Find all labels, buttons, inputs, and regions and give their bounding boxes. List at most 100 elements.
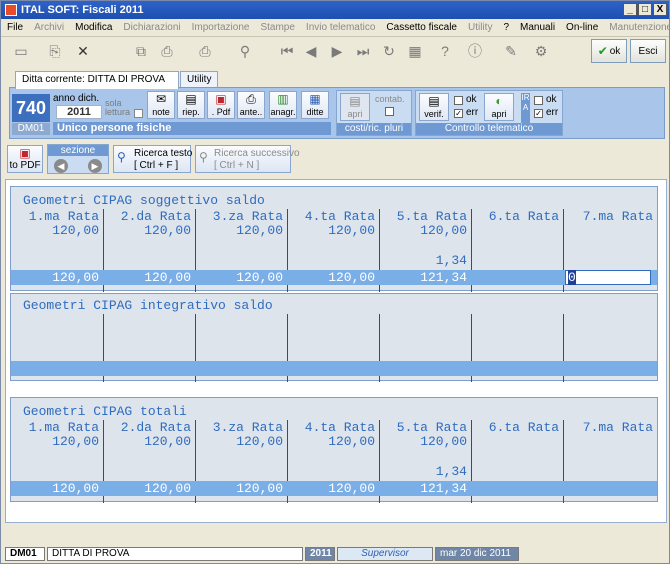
- first-icon[interactable]: ⏮: [277, 41, 297, 61]
- pdf-button[interactable]: ▣. Pdf: [207, 91, 235, 119]
- prev-icon[interactable]: ◀: [301, 41, 321, 61]
- total-cell[interactable]: 121,34: [420, 270, 467, 285]
- menu-dichiarazioni[interactable]: Dichiarazioni: [123, 22, 180, 33]
- menu-cassetto-fiscale[interactable]: Cassetto fiscale: [386, 22, 457, 33]
- ricerca-successivo-button[interactable]: ⚲ Ricerca successivo [ Ctrl + N ]: [195, 145, 300, 173]
- pdf-label: . Pdf: [211, 107, 231, 117]
- menu-online[interactable]: On-line: [566, 22, 598, 33]
- costi-apri-button[interactable]: ▤ apri: [340, 93, 370, 121]
- total-cell[interactable]: 120,00: [328, 481, 375, 496]
- total-cell[interactable]: 120,00: [144, 270, 191, 285]
- search-icon[interactable]: ⚲: [235, 41, 255, 61]
- rata-7-input[interactable]: 0: [565, 270, 651, 285]
- ricerca-testo-button[interactable]: ⚲ Ricerca testo [ Ctrl + F ]: [113, 145, 192, 173]
- prev-section-icon[interactable]: ◀: [54, 159, 68, 173]
- ok-button-label: ok: [609, 45, 621, 57]
- menu-file[interactable]: File: [7, 22, 23, 33]
- err-checkbox[interactable]: ✓: [454, 109, 463, 118]
- edit-icon[interactable]: ✎: [501, 41, 521, 61]
- maximize-button[interactable]: □: [638, 3, 652, 16]
- cell-value[interactable]: 120,00: [420, 434, 467, 449]
- menu-manutenzione[interactable]: Manutenzione: [609, 22, 670, 33]
- contab-checkbox[interactable]: [385, 107, 394, 116]
- total-cell[interactable]: 120,00: [144, 481, 191, 496]
- minimize-button[interactable]: _: [623, 3, 637, 16]
- note-label: note: [152, 107, 170, 117]
- help-icon[interactable]: ?: [435, 41, 455, 61]
- sezione-group: sezione ◀ ▶: [47, 144, 109, 174]
- menu-manuali[interactable]: Manuali: [520, 22, 555, 33]
- telematico-apri-button[interactable]: ◐ apri: [484, 93, 514, 121]
- total-cell[interactable]: 120,00: [52, 481, 99, 496]
- menu-archivi[interactable]: Archivi: [34, 22, 64, 33]
- total-cell[interactable]: 120,00: [236, 270, 283, 285]
- tab-ditta-corrente[interactable]: Ditta corrente: DITTA DI PROVA: [15, 71, 179, 89]
- delete-icon[interactable]: ✕: [73, 41, 93, 61]
- model-subcode: DM01: [12, 123, 50, 135]
- total-cell[interactable]: 120,00: [236, 481, 283, 496]
- card-icon[interactable]: ▦: [405, 41, 425, 61]
- total-cell[interactable]: 121,34: [420, 481, 467, 496]
- ira-err-checkbox[interactable]: ✓: [534, 109, 543, 118]
- print-icon[interactable]: ⎙: [157, 41, 177, 61]
- section-title: Geometri CIPAG integrativo saldo: [23, 298, 273, 313]
- verif-button[interactable]: ▤ verif.: [419, 93, 449, 121]
- cell-value[interactable]: 120,00: [144, 223, 191, 238]
- contab-label: contab.: [375, 94, 405, 104]
- verif-label: verif.: [424, 109, 444, 119]
- anteprima-button[interactable]: ⎙ ante..: [237, 91, 265, 119]
- info-icon[interactable]: ⓘ: [465, 41, 485, 61]
- cell-value[interactable]: 120,00: [328, 223, 375, 238]
- menu-invio-telematico[interactable]: Invio telematico: [306, 22, 375, 33]
- total-cell[interactable]: 120,00: [328, 270, 375, 285]
- cell-value[interactable]: 120,00: [420, 223, 467, 238]
- ok-label: ok: [466, 94, 477, 105]
- cell-value[interactable]: 1,34: [436, 253, 467, 268]
- app-icon: [5, 4, 17, 16]
- exit-button[interactable]: Esci: [630, 39, 666, 63]
- cell-value[interactable]: 120,00: [236, 223, 283, 238]
- ditte-button[interactable]: ▦ ditte: [301, 91, 329, 119]
- printer-setup-icon[interactable]: ⎙: [195, 41, 215, 61]
- ricerca-testo-shortcut: [ Ctrl + F ]: [134, 160, 179, 171]
- cell-value[interactable]: 120,00: [328, 434, 375, 449]
- menu-importazione[interactable]: Importazione: [192, 22, 250, 33]
- ira-ok-checkbox[interactable]: [534, 96, 543, 105]
- cell-value[interactable]: 120,00: [52, 434, 99, 449]
- anagrafica-button[interactable]: ▥ anagr.: [269, 91, 297, 119]
- column-header: 7.ma Rata: [582, 209, 653, 224]
- cell-value[interactable]: 120,00: [236, 434, 283, 449]
- to-pdf-button[interactable]: ▣ to PDF: [7, 145, 43, 173]
- riep-label: riep.: [182, 107, 200, 117]
- sola-lettura-checkbox[interactable]: [134, 109, 143, 118]
- section-soggettivo-saldo: Geometri CIPAG soggettivo saldo 1.ma Rat…: [10, 186, 658, 292]
- cell-value[interactable]: 120,00: [52, 223, 99, 238]
- ok-checkbox[interactable]: [454, 96, 463, 105]
- cell-value[interactable]: 120,00: [144, 434, 191, 449]
- totals-row: 120,00 120,00 120,00 120,00 121,34: [11, 481, 657, 496]
- menu-modifica[interactable]: Modifica: [75, 22, 112, 33]
- note-button[interactable]: ✉ note: [147, 91, 175, 119]
- cell-value[interactable]: 1,34: [436, 464, 467, 479]
- ante-label: ante..: [239, 107, 263, 117]
- new-doc-icon[interactable]: ▭: [11, 41, 31, 61]
- menu-stampe[interactable]: Stampe: [260, 22, 294, 33]
- next-icon[interactable]: ▶: [327, 41, 347, 61]
- anagr-label: anagr.: [270, 107, 296, 117]
- anno-field[interactable]: 2011: [56, 105, 102, 119]
- menu-utility[interactable]: Utility: [468, 22, 492, 33]
- riep-button[interactable]: ▤ riep.: [177, 91, 205, 119]
- menu-help[interactable]: ?: [503, 22, 509, 33]
- title-bar[interactable]: ITAL SOFT: Fiscali 2011 _ □ X: [1, 1, 669, 19]
- tab-utility[interactable]: Utility: [180, 71, 219, 88]
- tools-icon[interactable]: ⚙: [531, 41, 551, 61]
- close-button[interactable]: X: [653, 3, 667, 16]
- refresh-icon[interactable]: ↻: [379, 41, 399, 61]
- last-icon[interactable]: ⏭: [353, 41, 373, 61]
- open-icon[interactable]: ⎘: [45, 41, 65, 61]
- ok-button[interactable]: ✔ ok: [591, 39, 627, 63]
- copy-icon[interactable]: ⧉: [131, 41, 151, 61]
- next-section-icon[interactable]: ▶: [88, 159, 102, 173]
- totals-row: 120,00 120,00 120,00 120,00 121,34 0: [11, 270, 657, 285]
- total-cell[interactable]: 120,00: [52, 270, 99, 285]
